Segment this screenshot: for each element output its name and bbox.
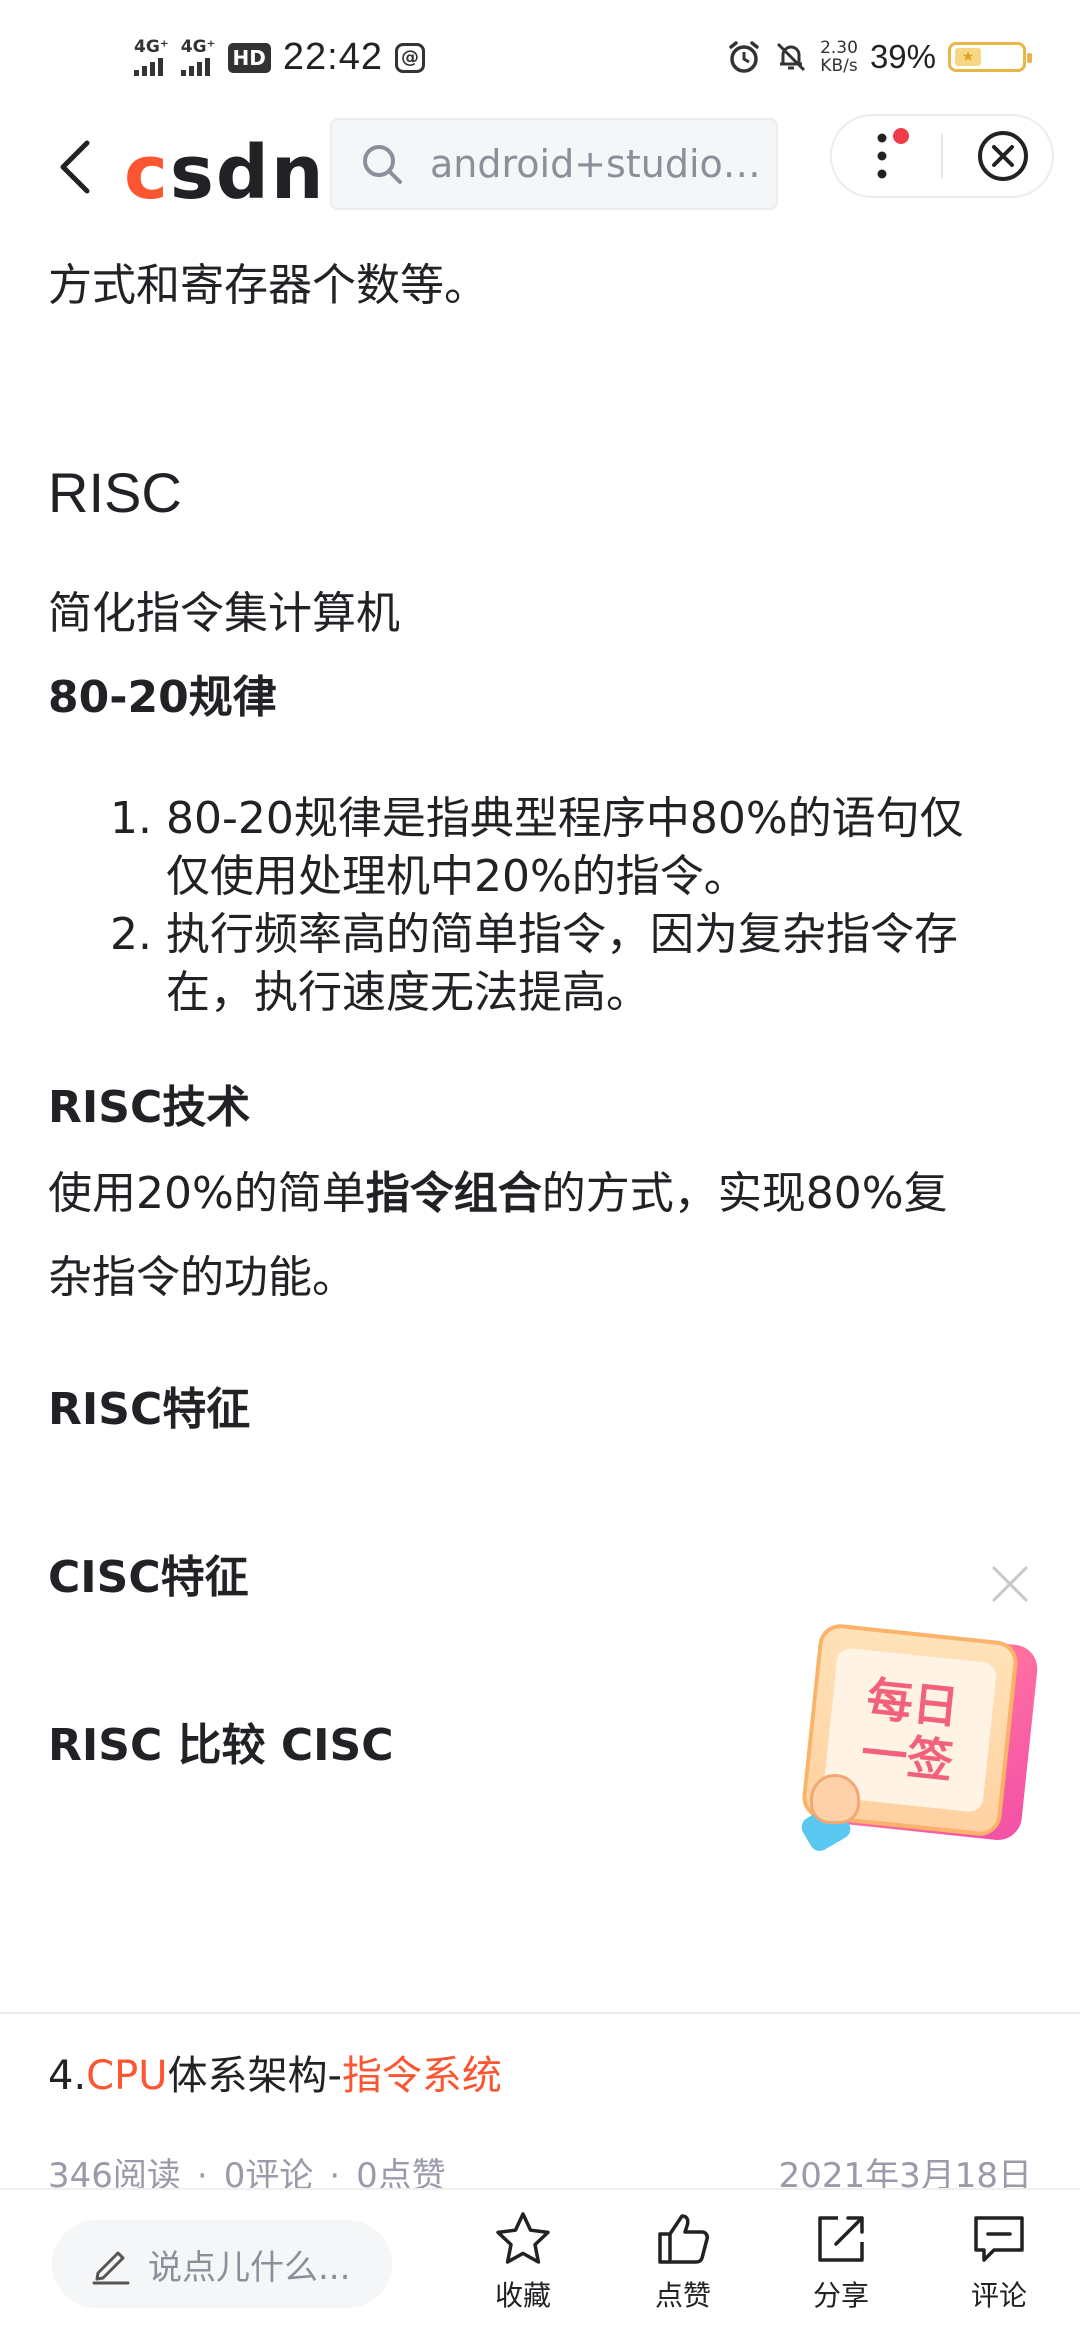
mute-icon [777, 42, 806, 72]
daily-card-text: 每日 [864, 1671, 962, 1735]
battery-percent: 39% [869, 38, 936, 75]
daily-sign-card[interactable]: 每日 一签 [797, 1622, 1040, 1855]
signal-icon: 4G⁺ [180, 37, 216, 76]
paragraph-text: 方式和寄存器个数等。 [48, 260, 488, 311]
pen-icon [92, 2251, 130, 2285]
section-divider [0, 2012, 1080, 2014]
search-icon [363, 145, 402, 184]
status-bar: 4G⁺ 4G⁺ HD 22:42 @ 2.30 KB/s 39% ★ [0, 0, 1080, 112]
daily-card-text: 一签 [858, 1725, 956, 1789]
paragraph-text: 杂指令的功能。 [48, 1252, 356, 1303]
at-icon: @ [394, 42, 425, 73]
ordered-list: 1. 80-20规律是指典型程序中80%的语句仅 仅使用处理机中20%的指令。 … [110, 790, 1080, 1022]
hd-icon: HD [227, 42, 271, 73]
heading-80-20: 80-20规律 [48, 672, 277, 723]
network-type: 4G⁺ [180, 37, 216, 57]
network-type: 4G⁺ [134, 37, 169, 57]
heading-risc-tech: RISC技术 [48, 1082, 251, 1133]
status-right: 2.30 KB/s 39% ★ [726, 38, 1032, 76]
related-article-title[interactable]: 4.CPU体系架构-指令系统 [48, 2048, 502, 2104]
search-box[interactable]: android+studio… [330, 118, 778, 210]
chevron-left-icon [60, 140, 90, 194]
pointing-hand-icon [810, 1774, 860, 1824]
daily-card-close-button[interactable] [990, 1564, 1030, 1604]
list-item: 1. 80-20规律是指典型程序中80%的语句仅 仅使用处理机中20%的指令。 [110, 790, 1080, 906]
comment-button[interactable]: 评论 [944, 2210, 1054, 2314]
close-icon [992, 1566, 1028, 1602]
heading-cisc-features: CISC特征 [48, 1552, 249, 1603]
list-item-text: 80-20规律是指典型程序中80%的语句仅 [166, 793, 964, 844]
like-button[interactable]: 点赞 [628, 2210, 738, 2314]
collect-button[interactable]: 收藏 [468, 2210, 578, 2314]
more-button[interactable] [832, 114, 931, 198]
comment-input[interactable]: 说点儿什么... [52, 2220, 392, 2308]
heading-risc-features: RISC特征 [48, 1384, 251, 1435]
paragraph-text: 简化指令集计算机 [48, 588, 400, 639]
more-vertical-icon [877, 133, 886, 179]
status-left: 4G⁺ 4G⁺ HD 22:42 @ [134, 36, 425, 79]
list-item-text: 仅使用处理机中20%的指令。 [166, 851, 748, 902]
thumbs-up-icon [658, 2214, 709, 2264]
share-button[interactable]: 分享 [786, 2210, 896, 2314]
notification-dot [893, 128, 910, 144]
bottom-action-bar: 说点儿什么... 收藏 点赞 分享 评论 [0, 2188, 1080, 2340]
mini-program-capsule [830, 114, 1054, 198]
network-speed: 2.30 KB/s [820, 38, 858, 76]
close-button[interactable] [953, 114, 1052, 198]
alarm-icon [729, 41, 759, 73]
back-button[interactable] [50, 132, 100, 202]
star-icon [496, 2212, 550, 2264]
list-item-text: 在，执行速度无法提高。 [166, 967, 650, 1018]
list-item-text: 执行频率高的简单指令，因为复杂指令存 [166, 909, 958, 960]
capsule-divider [941, 134, 943, 178]
search-query: android+studio… [430, 142, 761, 186]
signal-icon: 4G⁺ [134, 39, 169, 76]
app-header: csdn android+studio… [0, 112, 1080, 232]
paragraph-text: 使用20%的简单指令组合的方式，实现80%复 [48, 1168, 948, 1219]
heading-risc-vs-cisc: RISC 比较 CISC [48, 1720, 394, 1771]
list-item: 2. 执行频率高的简单指令，因为复杂指令存 在，执行速度无法提高。 [110, 906, 1080, 1022]
close-circle-icon [977, 131, 1028, 181]
comment-icon [974, 2216, 1024, 2262]
heading-risc: RISC [48, 461, 182, 524]
share-icon [818, 2216, 864, 2262]
battery-icon: ★ [948, 42, 1032, 72]
clock: 22:42 [282, 36, 383, 78]
csdn-logo: csdn [124, 130, 326, 216]
comment-placeholder: 说点儿什么... [148, 2247, 351, 2288]
